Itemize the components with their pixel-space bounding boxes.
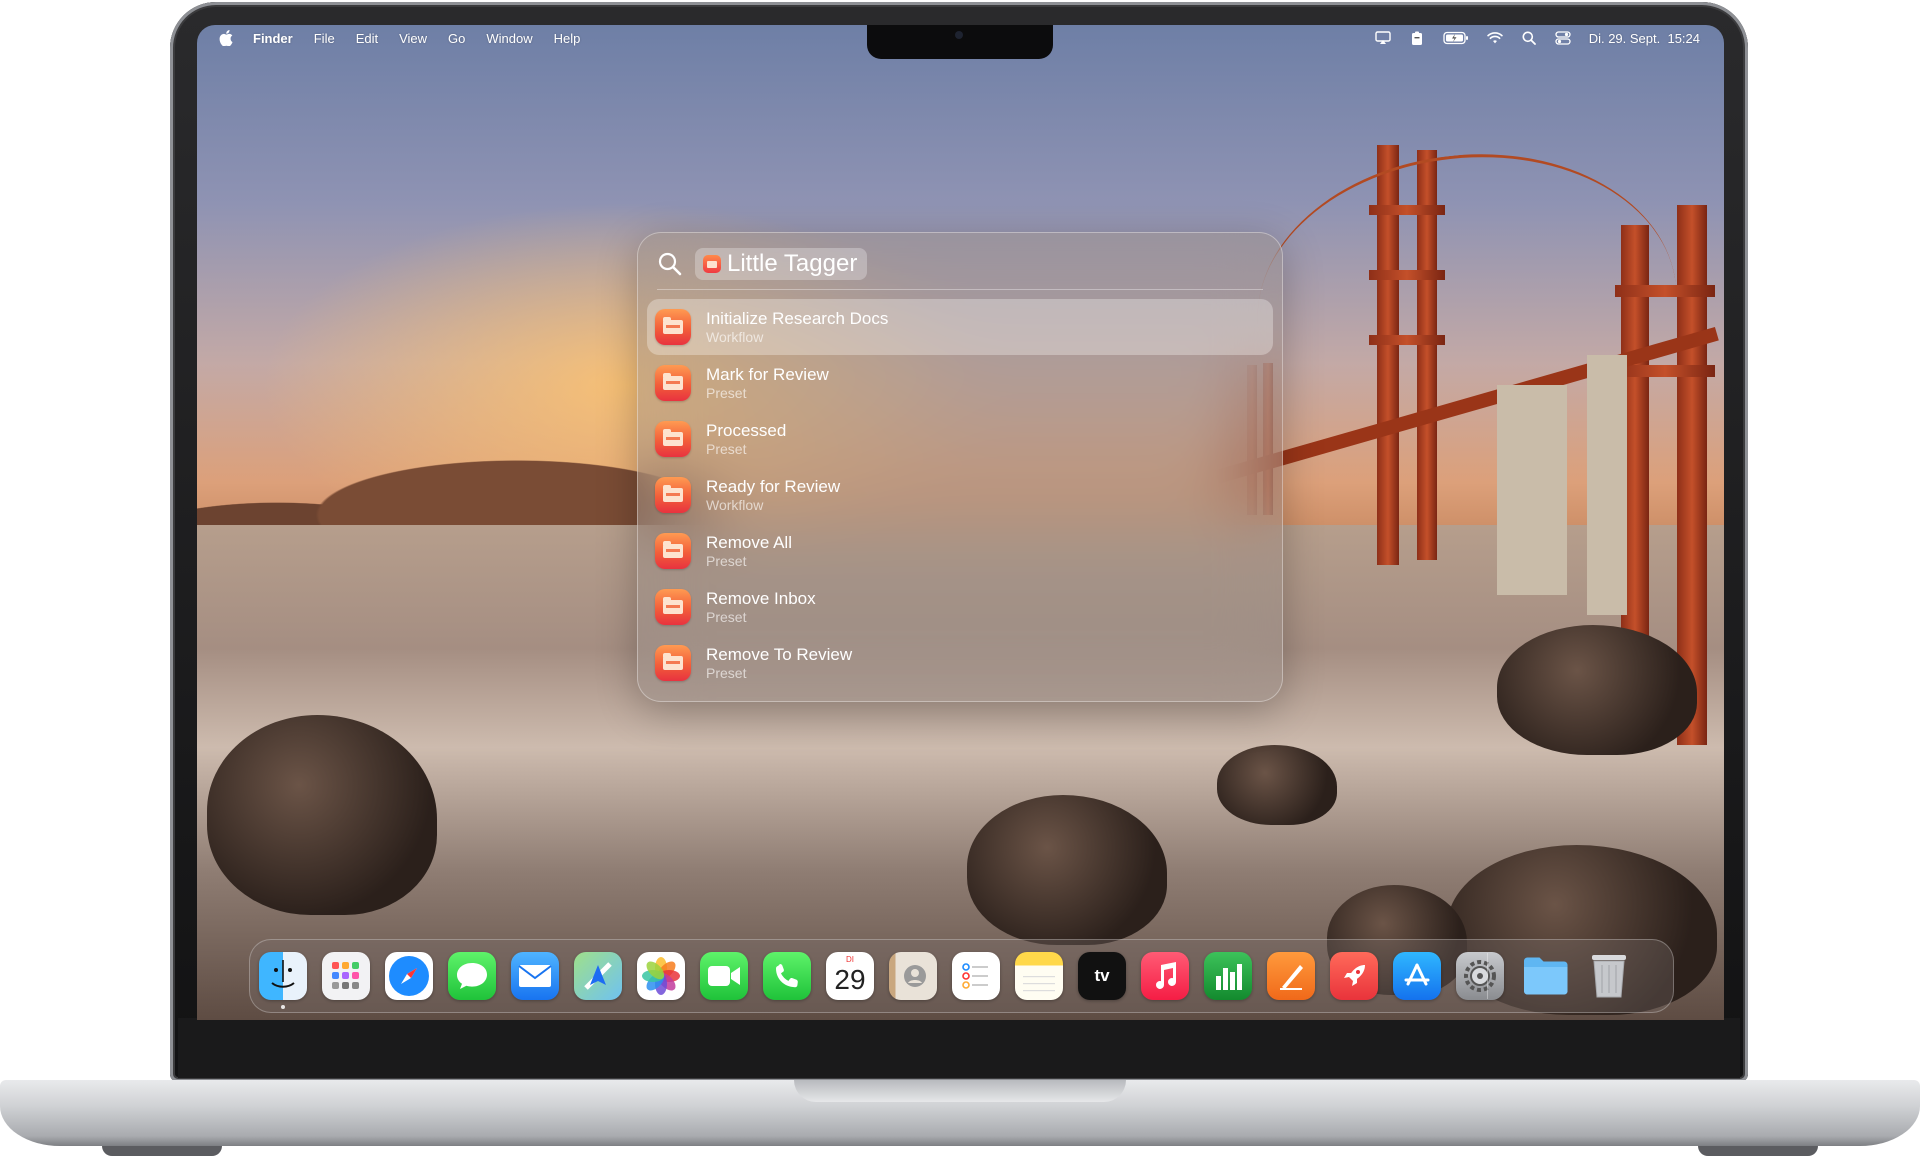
result-subtitle: Preset [706,440,747,457]
result-subtitle: Workflow [706,328,764,345]
notes-icon[interactable] [1015,952,1063,1000]
little-tagger-folder-icon [655,309,691,345]
spotlight-results-list: Initialize Research Docs Workflow Mark f… [647,299,1273,691]
pages-icon[interactable] [1267,952,1315,1000]
phone-icon[interactable] [763,952,811,1000]
result-row[interactable]: Processed Preset [647,411,1273,467]
messages-icon[interactable] [448,952,496,1000]
result-row[interactable]: Remove To Review Preset [647,635,1273,691]
result-title: Remove Inbox [706,588,816,608]
wallpaper-rock [1217,745,1337,825]
little-tagger-folder-icon [655,421,691,457]
laptop-foot-right [1698,1146,1818,1156]
result-title: Ready for Review [706,476,841,496]
result-row[interactable]: Remove All Preset [647,523,1273,579]
calendar-date: 29 [834,964,866,995]
menu-window[interactable]: Window [486,31,532,46]
trash-icon[interactable] [1585,952,1633,1000]
calendar-icon[interactable]: DI 29 [826,952,874,1000]
facetime-icon[interactable] [700,952,748,1000]
reminders-icon[interactable] [952,952,1000,1000]
little-tagger-folder-icon [655,365,691,401]
contacts-icon[interactable] [889,952,937,1000]
result-title: Mark for Review [706,364,829,384]
numbers-icon[interactable] [1204,952,1252,1000]
spotlight-panel: Little Tagger Initialize Research Docs W… [637,232,1283,702]
result-subtitle: Preset [706,552,747,569]
music-icon[interactable] [1141,952,1189,1000]
spotlight-divider [657,289,1263,290]
folder-icon[interactable] [1522,952,1570,1000]
app-store-icon[interactable] [1393,952,1441,1000]
little-tagger-folder-icon [655,645,691,681]
photos-icon[interactable] [637,952,685,1000]
system-settings-icon[interactable] [1456,952,1504,1000]
rocket-icon[interactable] [1330,952,1378,1000]
screen-bottom-bezel [178,1018,1740,1078]
maps-icon[interactable] [574,952,622,1000]
dock: DI 29 tv [249,939,1674,1013]
battery-icon[interactable] [1443,31,1469,45]
camera-icon [955,31,963,39]
result-title: Remove All [706,532,792,552]
app-scope-token[interactable]: Little Tagger [695,248,868,280]
status-area: Di. 29. Sept. 15:24 [1375,25,1700,51]
spotlight-search-icon[interactable] [1521,31,1537,45]
screen-mirroring-icon[interactable] [1375,31,1391,45]
camera-notch [867,25,1053,59]
result-row[interactable]: Remove Inbox Preset [647,579,1273,635]
laptop-opening-lip [794,1080,1126,1102]
wallpaper-rock [967,795,1167,945]
running-indicator [281,1005,285,1009]
finder-icon[interactable] [259,952,307,1000]
calendar-day-label: DI [846,955,854,964]
safari-icon[interactable] [385,952,433,1000]
menu-bar-clock[interactable]: Di. 29. Sept. 15:24 [1589,31,1700,46]
control-center-icon[interactable] [1555,31,1571,45]
apple-menu-icon[interactable] [219,30,233,46]
laptop-foot-left [102,1146,222,1156]
clipboard-icon[interactable] [1409,31,1425,45]
result-row[interactable]: Ready for Review Workflow [647,467,1273,523]
mail-icon[interactable] [511,952,559,1000]
menu-view[interactable]: View [399,31,427,46]
spotlight-search-field[interactable]: Little Tagger [657,244,1263,284]
result-subtitle: Preset [706,608,747,625]
little-tagger-app-icon [703,255,721,273]
wifi-icon[interactable] [1486,31,1503,45]
result-row[interactable]: Initialize Research Docs Workflow [647,299,1273,355]
little-tagger-folder-icon [655,477,691,513]
menu-app-name[interactable]: Finder [253,31,293,46]
app-scope-token-label: Little Tagger [727,250,858,277]
apple-tv-label: tv [1094,966,1110,985]
menu-go[interactable]: Go [448,31,465,46]
dock-separator [1487,953,1488,999]
result-subtitle: Preset [706,664,747,681]
menu-edit[interactable]: Edit [356,31,378,46]
menu-help[interactable]: Help [554,31,581,46]
wallpaper-rock [207,715,437,915]
result-subtitle: Workflow [706,496,764,513]
result-row[interactable]: Mark for Review Preset [647,355,1273,411]
result-title: Remove To Review [706,644,853,664]
menu-file[interactable]: File [314,31,335,46]
apple-tv-icon[interactable]: tv [1078,952,1126,1000]
wallpaper-rock [1497,625,1697,755]
result-subtitle: Preset [706,384,747,401]
little-tagger-folder-icon [655,589,691,625]
little-tagger-folder-icon [655,533,691,569]
launchpad-icon[interactable] [322,952,370,1000]
screen: Finder File Edit View Go Window Help Di.… [197,25,1724,1020]
result-title: Initialize Research Docs [706,308,889,328]
result-title: Processed [706,420,787,440]
search-icon [657,251,683,277]
